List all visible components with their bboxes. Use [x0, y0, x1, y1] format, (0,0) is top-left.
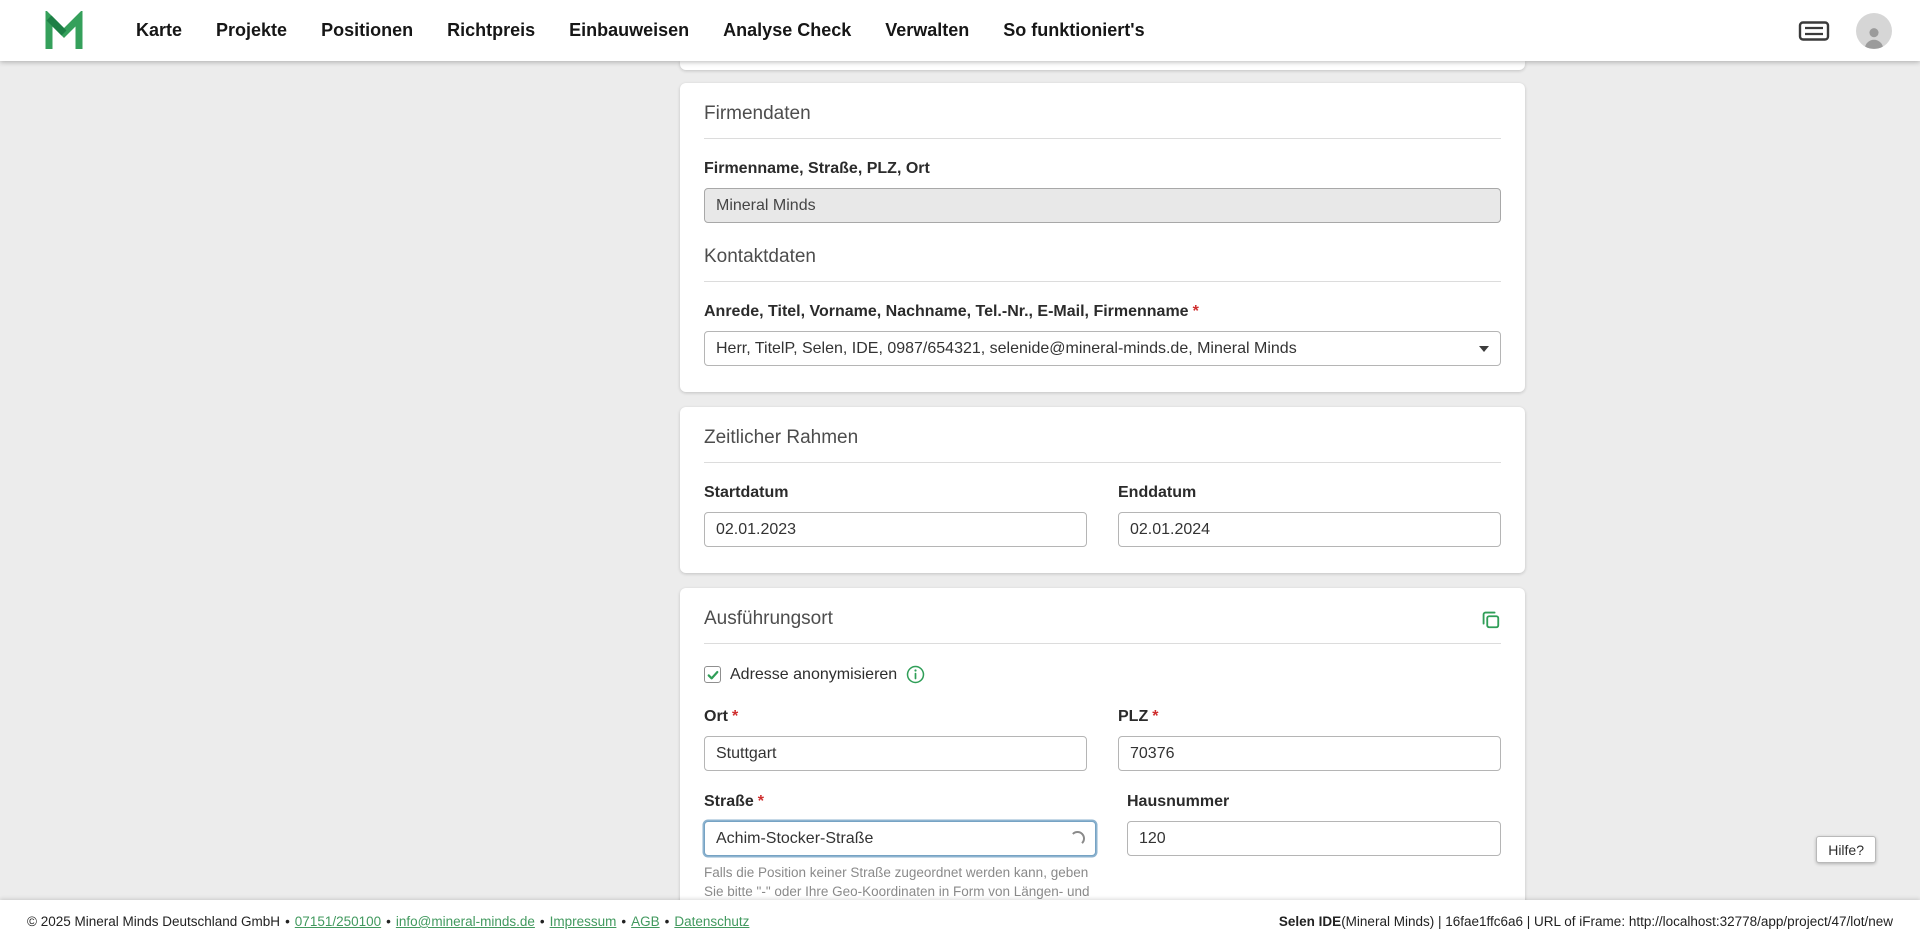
footer-link-agb[interactable]: AGB — [631, 914, 660, 929]
help-button[interactable]: Hilfe? — [1816, 836, 1876, 863]
required-marker: * — [1152, 708, 1159, 725]
nav-item-richtpreis[interactable]: Richtpreis — [447, 20, 535, 41]
startdatum-label: Startdatum — [704, 484, 789, 501]
ort-label-text: Ort — [704, 708, 728, 725]
footer-link-datenschutz[interactable]: Datenschutz — [674, 914, 749, 929]
separator: • — [285, 914, 290, 929]
footer-left: © 2025 Mineral Minds Deutschland GmbH • … — [27, 914, 749, 929]
ort-label: Ort * — [704, 708, 1087, 726]
copy-icon[interactable] — [1479, 608, 1501, 630]
copyright-text: © 2025 Mineral Minds Deutschland GmbH — [27, 914, 281, 929]
strasse-label: Straße * — [704, 793, 1096, 811]
divider — [704, 138, 1501, 139]
anonymize-label[interactable]: Adresse anonymisieren — [730, 666, 897, 684]
separator: • — [386, 914, 391, 929]
required-marker: * — [757, 793, 765, 810]
nav-item-karte[interactable]: Karte — [136, 20, 182, 41]
keyboard-icon[interactable] — [1798, 17, 1830, 45]
hausnummer-label: Hausnummer — [1127, 793, 1230, 810]
startdatum-field: Startdatum — [704, 484, 1087, 547]
nav-right — [1798, 12, 1892, 49]
plz-field: PLZ * — [1118, 708, 1501, 771]
divider — [704, 281, 1501, 282]
hint-text: Falls die Position keiner Straße zugeord… — [704, 865, 1090, 899]
footer-right: Selen IDE (Mineral Minds) | 16fae1ffc6a6… — [1279, 914, 1893, 929]
card-zeitlicher-rahmen: Zeitlicher Rahmen Startdatum Enddatum — [680, 407, 1525, 573]
ort-input[interactable] — [704, 736, 1087, 771]
anonymize-checkbox[interactable] — [704, 666, 721, 683]
ausfuehrungsort-title: Ausführungsort — [704, 608, 833, 629]
top-nav: Karte Projekte Positionen Richtpreis Ein… — [0, 0, 1920, 61]
card-ausfuehrungsort: Ausführungsort Adresse anonymisieren Ort… — [680, 588, 1525, 900]
strasse-field: Straße* Falls die Position keiner Straße… — [704, 793, 1096, 900]
company-label: Firmenname, Straße, PLZ, Ort — [704, 160, 930, 177]
nav-item-positionen[interactable]: Positionen — [321, 20, 413, 41]
enddatum-input[interactable] — [1118, 512, 1501, 547]
separator: • — [539, 914, 545, 929]
plz-label-text: PLZ — [1118, 708, 1149, 725]
info-icon[interactable] — [906, 665, 925, 684]
enddatum-field: Enddatum — [1118, 484, 1501, 547]
nav-item-projekte[interactable]: Projekte — [216, 20, 287, 41]
strasse-hint: Falls die Position keiner Straße zugeord… — [704, 864, 1096, 900]
hausnummer-input[interactable] — [1127, 821, 1501, 856]
footer: © 2025 Mineral Minds Deutschland GmbH • … — [0, 900, 1920, 943]
company-input — [704, 188, 1501, 223]
main-nav: Karte Projekte Positionen Richtpreis Ein… — [136, 20, 1145, 41]
firmendaten-title: Firmendaten — [704, 103, 811, 124]
hausnummer-field: Hausnummer — [1127, 793, 1501, 856]
plz-input[interactable] — [1118, 736, 1501, 771]
contact-label-text: Anrede, Titel, Vorname, Nachname, Tel.-N… — [704, 303, 1189, 320]
footer-link-impressum[interactable]: Impressum — [550, 914, 617, 929]
divider — [704, 462, 1501, 463]
spinner-icon — [1070, 830, 1085, 846]
session-info: (Mineral Minds) | 16fae1ffc6a6 | URL of … — [1341, 914, 1893, 929]
contact-select[interactable]: Herr, TitelP, Selen, IDE, 0987/654321, s… — [704, 331, 1501, 366]
check-icon — [707, 670, 718, 679]
nav-item-verwalten[interactable]: Verwalten — [885, 20, 969, 41]
nav-item-so-funktionierts[interactable]: So funktioniert's — [1003, 20, 1144, 41]
logo[interactable] — [44, 10, 86, 51]
required-marker: * — [1192, 303, 1199, 320]
plz-label: PLZ * — [1118, 708, 1501, 726]
separator: • — [621, 914, 627, 929]
chevron-down-icon — [1479, 345, 1489, 352]
divider — [704, 643, 1501, 644]
logo-icon — [45, 10, 83, 49]
user-avatar[interactable] — [1856, 12, 1892, 49]
session-app-name: Selen IDE — [1278, 914, 1342, 929]
nav-item-analyse-check[interactable]: Analyse Check — [723, 20, 851, 41]
contact-select-value: Herr, TitelP, Selen, IDE, 0987/654321, s… — [716, 339, 1297, 357]
nav-item-einbauweisen[interactable]: Einbauweisen — [569, 20, 689, 41]
strasse-label-text: Straße — [704, 793, 754, 810]
footer-link-email[interactable]: info@mineral-minds.de — [396, 914, 535, 929]
startdatum-input[interactable] — [704, 512, 1087, 547]
zeitraum-title: Zeitlicher Rahmen — [704, 427, 859, 448]
ort-field: Ort * — [704, 708, 1087, 771]
card-firmendaten: Firmendaten Firmenname, Straße, PLZ, Ort… — [680, 83, 1525, 392]
contact-label: Anrede, Titel, Vorname, Nachname, Tel.-N… — [704, 303, 1501, 321]
strasse-input[interactable] — [704, 821, 1096, 856]
required-marker: * — [732, 708, 739, 725]
footer-link-phone[interactable]: 07151/250100 — [295, 914, 381, 929]
kontaktdaten-title: Kontaktdaten — [704, 246, 816, 267]
form-column: Firmendaten Firmenname, Straße, PLZ, Ort… — [680, 61, 1525, 900]
content-area: Firmendaten Firmenname, Straße, PLZ, Ort… — [0, 61, 1920, 900]
separator: • — [664, 914, 670, 929]
card-partial-top — [680, 61, 1525, 70]
enddatum-label: Enddatum — [1118, 484, 1197, 501]
person-icon — [1864, 27, 1884, 49]
